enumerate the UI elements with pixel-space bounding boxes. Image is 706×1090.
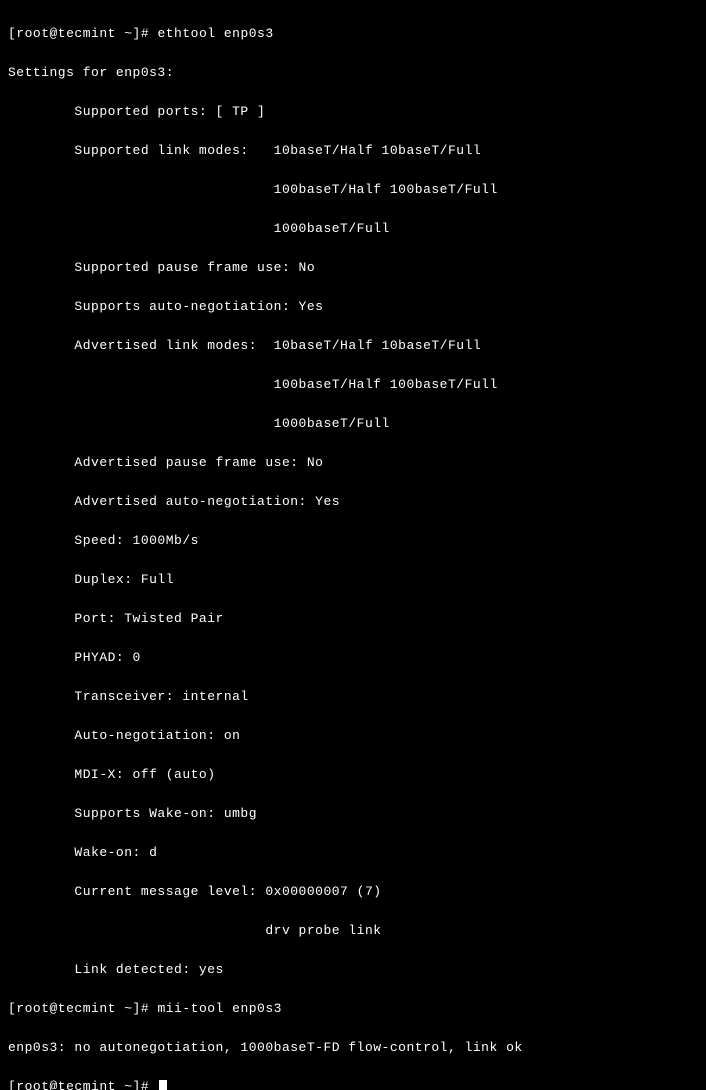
output-line: Supported pause frame use: No: [8, 258, 698, 278]
cursor-icon: [159, 1080, 167, 1090]
output-line: Port: Twisted Pair: [8, 609, 698, 629]
output-line: Supports Wake-on: umbg: [8, 804, 698, 824]
terminal-output[interactable]: [root@tecmint ~]# ethtool enp0s3 Setting…: [8, 4, 698, 1090]
output-line: Auto-negotiation: on: [8, 726, 698, 746]
output-line: Supports auto-negotiation: Yes: [8, 297, 698, 317]
shell-prompt: [root@tecmint ~]#: [8, 26, 157, 41]
output-line: enp0s3: no autonegotiation, 1000baseT-FD…: [8, 1038, 698, 1058]
output-line: MDI-X: off (auto): [8, 765, 698, 785]
output-line: Supported link modes: 10baseT/Half 10bas…: [8, 141, 698, 161]
output-line: Transceiver: internal: [8, 687, 698, 707]
output-line: Advertised pause frame use: No: [8, 453, 698, 473]
output-line: 1000baseT/Full: [8, 219, 698, 239]
prompt-line-1: [root@tecmint ~]# ethtool enp0s3: [8, 24, 698, 44]
output-line: Link detected: yes: [8, 960, 698, 980]
output-line: Current message level: 0x00000007 (7): [8, 882, 698, 902]
output-line: Advertised auto-negotiation: Yes: [8, 492, 698, 512]
output-line: Advertised link modes: 10baseT/Half 10ba…: [8, 336, 698, 356]
output-line: Wake-on: d: [8, 843, 698, 863]
command-text: mii-tool enp0s3: [157, 1001, 282, 1016]
shell-prompt: [root@tecmint ~]#: [8, 1001, 157, 1016]
output-line: Settings for enp0s3:: [8, 63, 698, 83]
output-line: drv probe link: [8, 921, 698, 941]
output-line: Speed: 1000Mb/s: [8, 531, 698, 551]
output-line: Duplex: Full: [8, 570, 698, 590]
output-line: 1000baseT/Full: [8, 414, 698, 434]
command-text: ethtool enp0s3: [157, 26, 273, 41]
output-line: 100baseT/Half 100baseT/Full: [8, 180, 698, 200]
shell-prompt: [root@tecmint ~]#: [8, 1079, 157, 1090]
prompt-line-3: [root@tecmint ~]#: [8, 1077, 698, 1090]
output-line: 100baseT/Half 100baseT/Full: [8, 375, 698, 395]
prompt-line-2: [root@tecmint ~]# mii-tool enp0s3: [8, 999, 698, 1019]
output-line: Supported ports: [ TP ]: [8, 102, 698, 122]
output-line: PHYAD: 0: [8, 648, 698, 668]
